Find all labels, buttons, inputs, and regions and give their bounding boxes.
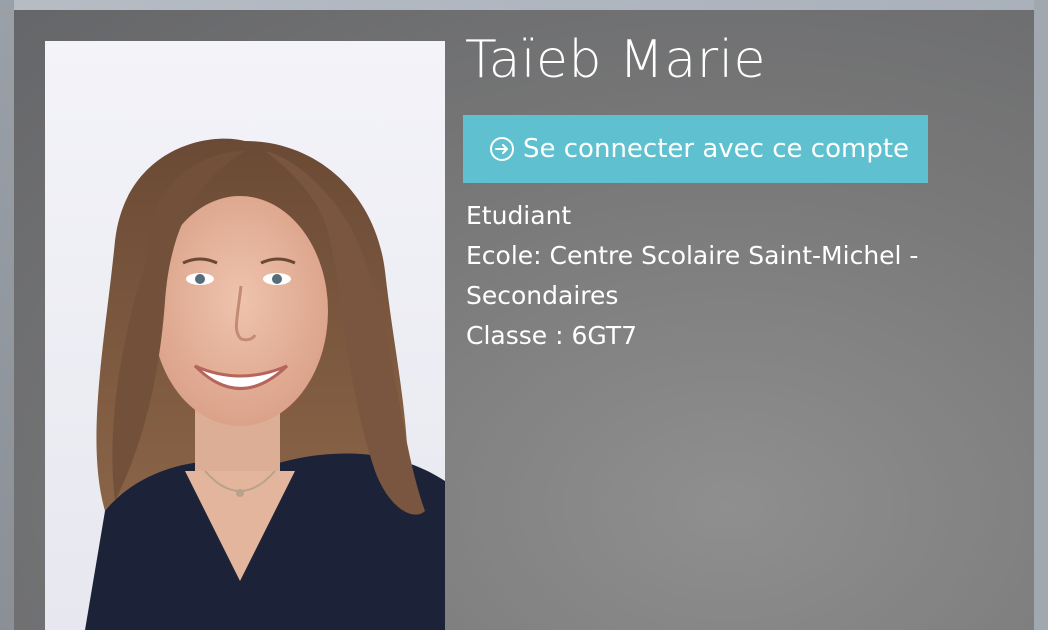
student-name: Taïeb Marie bbox=[465, 30, 767, 90]
portrait-illustration bbox=[45, 41, 445, 630]
role-text: Etudiant bbox=[466, 201, 572, 230]
arrow-right-circle-icon bbox=[490, 137, 514, 161]
school-text-line1: Ecole: Centre Scolaire Saint-Michel - bbox=[466, 241, 919, 270]
right-edge bbox=[1034, 0, 1048, 630]
profile-photo bbox=[45, 41, 445, 630]
login-button-label: Se connecter avec ce compte bbox=[523, 134, 910, 164]
top-strip bbox=[14, 0, 1034, 10]
class-text: Classe : 6GT7 bbox=[466, 321, 638, 350]
profile-info: Etudiant Ecole: Centre Scolaire Saint-Mi… bbox=[466, 196, 946, 356]
school-text-line2: Secondaires bbox=[466, 281, 619, 310]
login-as-account-button[interactable]: Se connecter avec ce compte bbox=[463, 115, 928, 183]
